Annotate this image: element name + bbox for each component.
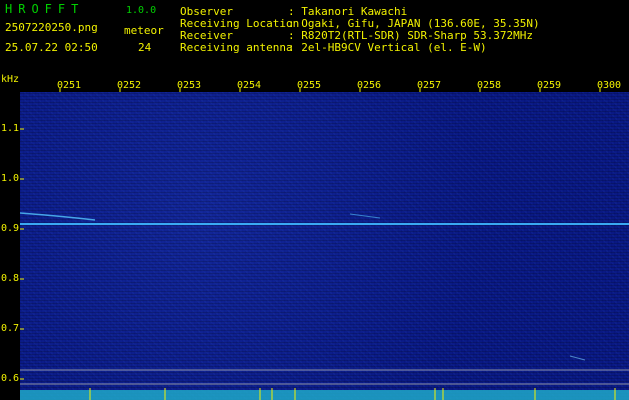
y-axis-ticks [20,128,24,380]
meteor-echo-trace [20,212,96,221]
level-bar-band [20,390,629,400]
x-axis-ticks [59,88,601,92]
app-version: 1.0.0 [126,5,157,16]
y-tick: 0.7 [1,323,20,334]
y-tick: 0.6 [1,373,20,384]
file-timestamp: 25.07.22 02:50 [5,41,98,54]
info-key-antenna: Receiving antenna [180,41,293,54]
meteor-echo-trace [349,213,381,219]
info-value-antenna: : 2el-HB9CV Vertical (el. E-W) [288,41,487,54]
meteor-count: 24 [138,41,152,54]
y-tick: 1.1 [1,123,20,134]
app-name: HROFFT [5,2,85,16]
y-tick: 0.8 [1,273,20,284]
meteor-echo-trace [569,355,586,361]
spectrogram [20,92,629,400]
file-name: 2507220250.png [5,21,98,34]
spectrogram-overlay [20,128,629,400]
y-tick: 0.9 [1,223,20,234]
y-axis: 1.1 1.0 0.9 0.8 0.7 0.6 [0,92,20,400]
meteor-label: meteor [124,24,164,37]
header-panel: HROFFT 1.0.0 2507220250.png 25.07.22 02:… [0,0,629,91]
y-tick: 1.0 [1,173,20,184]
